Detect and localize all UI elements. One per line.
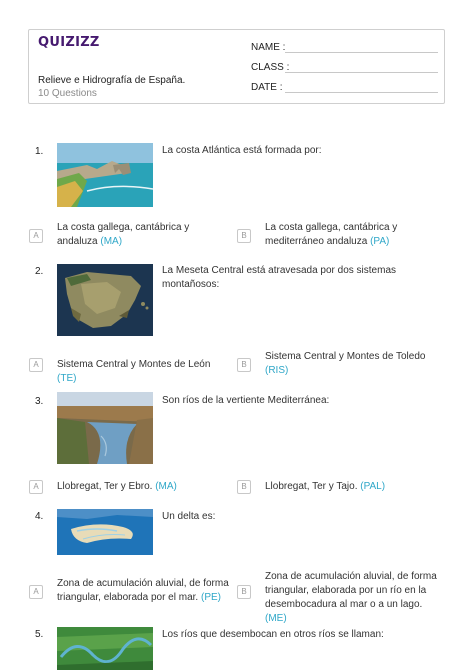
option-a[interactable]: La costa gallega, cantábrica y andaluza …	[57, 221, 232, 249]
option-text: La costa gallega, cantábrica y andaluza	[57, 222, 190, 247]
option-b[interactable]: Sistema Central y Montes de Toledo (RIS)	[265, 350, 435, 378]
option-letter-a: A	[29, 585, 43, 599]
option-letter-b: B	[237, 480, 251, 494]
option-letter-a: A	[29, 229, 43, 243]
option-text: Sistema Central y Montes de Toledo	[265, 351, 426, 362]
date-label: DATE :	[251, 82, 283, 93]
option-text: Llobregat, Ter y Tajo.	[265, 481, 358, 492]
option-a[interactable]: Zona de acumulación aluvial, de forma tr…	[57, 577, 235, 605]
option-b[interactable]: Llobregat, Ter y Tajo. (PAL)	[265, 480, 435, 494]
question-number: 4.	[35, 511, 44, 522]
coastal-cliff-photo	[57, 143, 153, 207]
name-field[interactable]	[285, 52, 438, 53]
option-letter-b: B	[237, 585, 251, 599]
question-number: 1.	[35, 146, 44, 157]
question-number: 5.	[35, 629, 44, 640]
river-meander-aerial-photo	[57, 627, 153, 670]
option-a[interactable]: Sistema Central y Montes de León (TE)	[57, 358, 232, 386]
question-text: Los ríos que desembocan en otros ríos se…	[162, 629, 384, 640]
question-text: La costa Atlántica está formada por:	[162, 145, 322, 156]
quizizz-logo: QUIZIZZ	[38, 35, 100, 50]
class-label: CLASS :	[251, 62, 290, 73]
option-b[interactable]: Zona de acumulación aluvial, de forma tr…	[265, 570, 445, 626]
name-label: NAME :	[251, 42, 286, 53]
class-field[interactable]	[285, 72, 438, 73]
option-code: (MA)	[100, 236, 123, 247]
worksheet-header: QUIZIZZ Relieve e Hidrografía de España.…	[28, 29, 445, 104]
option-code: (MA)	[155, 481, 177, 492]
question-text: Son ríos de la vertiente Mediterránea:	[162, 395, 330, 406]
option-text: Sistema Central y Montes de León	[57, 359, 211, 370]
date-field[interactable]	[285, 92, 438, 93]
option-code: (ME)	[265, 613, 287, 624]
river-delta-aerial-photo	[57, 509, 153, 555]
iberian-peninsula-satellite-map	[57, 264, 153, 336]
question-count: 10 Questions	[38, 88, 97, 99]
option-code: (TE)	[57, 373, 77, 384]
question-number: 3.	[35, 396, 44, 407]
option-text: Zona de acumulación aluvial, de forma tr…	[265, 571, 437, 610]
option-code: (RIS)	[265, 365, 289, 376]
question-number: 2.	[35, 266, 44, 277]
worksheet-title: Relieve e Hidrografía de España.	[38, 75, 186, 86]
option-text: Llobregat, Ter y Ebro.	[57, 481, 153, 492]
question-text: Un delta es:	[162, 511, 216, 522]
option-code: (PE)	[200, 592, 221, 603]
river-landscape-photo	[57, 392, 153, 464]
option-letter-a: A	[29, 358, 43, 372]
question-text: La Meseta Central está atravesada por do…	[162, 265, 397, 290]
option-letter-b: B	[237, 358, 251, 372]
option-letter-b: B	[237, 229, 251, 243]
option-letter-a: A	[29, 480, 43, 494]
option-code: (PAL)	[360, 481, 386, 492]
option-code: (PA)	[370, 236, 390, 247]
option-b[interactable]: La costa gallega, cantábrica y mediterrá…	[265, 221, 435, 249]
option-a[interactable]: Llobregat, Ter y Ebro. (MA)	[57, 480, 232, 494]
